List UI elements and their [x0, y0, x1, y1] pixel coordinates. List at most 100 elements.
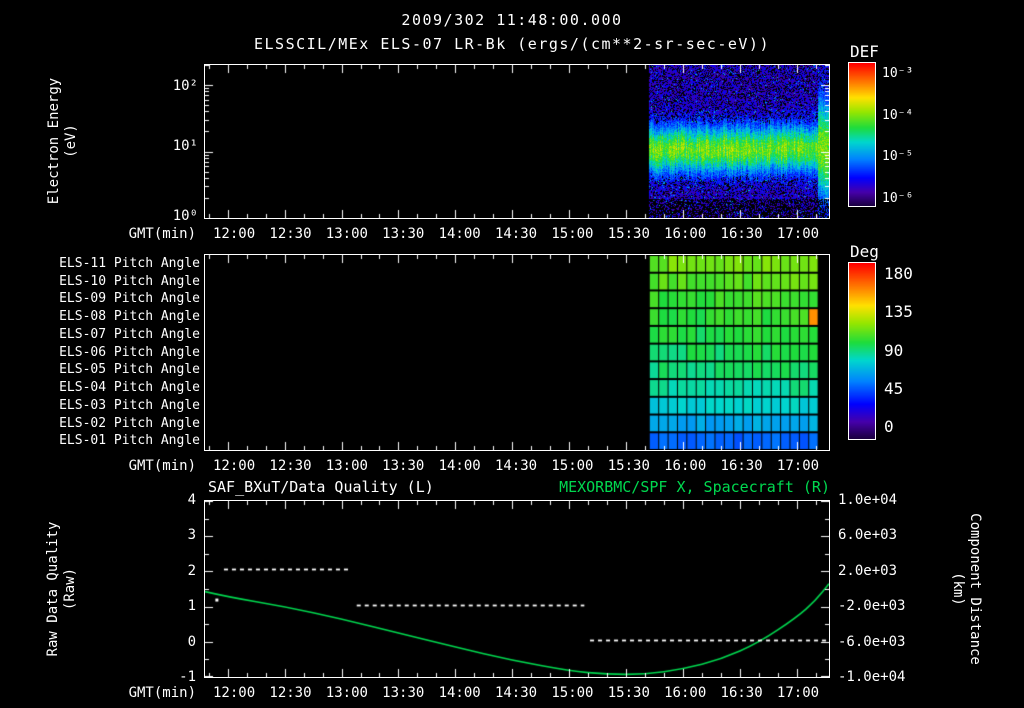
distance-axis-tick: 2.0e+03	[838, 562, 898, 579]
deg-colorbar-tick: 135	[884, 302, 913, 322]
timeseries-plot-frame	[204, 500, 830, 678]
spectrogram-canvas	[205, 65, 829, 218]
time-tick-label: 15:30	[607, 458, 650, 474]
time-tick-label: 13:30	[382, 685, 425, 701]
gmt-label-middle: GMT(min)	[128, 458, 196, 474]
pitch-row-label: ELS-09 Pitch Angle	[59, 291, 200, 307]
time-tick-label: 12:30	[269, 458, 312, 474]
pitch-row-label: ELS-06 Pitch Angle	[59, 344, 200, 360]
spectrogram-ytick-100ev: 10²	[172, 78, 198, 94]
time-tick-label: 14:00	[438, 226, 481, 242]
def-colorbar-tick: 10⁻⁵	[882, 149, 914, 165]
gmt-label-bottom: GMT(min)	[128, 685, 196, 701]
time-tick-label: 17:00	[776, 226, 820, 242]
distance-y-axis-label: Component Distance (km)	[949, 479, 983, 699]
distance-axis-tick: -1.0e+04	[838, 668, 906, 685]
time-tick-label: 12:00	[213, 685, 256, 701]
time-tick-label: 14:00	[438, 458, 481, 474]
time-tick-label: 16:30	[720, 226, 763, 242]
deg-colorbar-tick: 0	[884, 417, 894, 436]
deg-colorbar-title: Deg	[850, 242, 879, 261]
spectrogram-y-axis-label: Electron Energy (eV)	[46, 51, 80, 231]
deg-colorbar-frame	[848, 262, 876, 440]
time-axis-top: GMT(min) 12:00 12:30 13:00 13:30 14:00 14:30 1…	[0, 226, 1024, 242]
time-tick-label: 16:30	[720, 458, 763, 474]
time-tick-label: 17:00	[776, 458, 820, 474]
distance-axis-tick: 1.0e+04	[838, 492, 898, 508]
quality-y-axis-label: Raw Data Quality (Raw)	[45, 479, 79, 699]
time-tick-label: 17:00	[776, 685, 820, 701]
time-tick-label: 15:00	[551, 685, 594, 701]
distance-axis-tick: -6.0e+03	[838, 633, 906, 650]
time-tick-label: 15:30	[607, 226, 650, 242]
def-colorbar-labels: 10⁻³ 10⁻⁴ 10⁻⁵ 10⁻⁶	[882, 66, 913, 206]
time-tick-label: 12:00	[213, 226, 256, 242]
time-tick-label: 15:00	[551, 226, 594, 242]
timeseries-canvas	[205, 501, 829, 677]
deg-colorbar-tick: 45	[884, 378, 904, 398]
time-tick-label: 16:00	[664, 458, 707, 474]
deg-colorbar-tick: 180	[884, 264, 913, 283]
time-tick-labels-middle: 12:00 12:30 13:00 13:30 14:00 14:30 15:00 15:30…	[213, 458, 819, 474]
quality-axis-ticks: 4 3 2 1 0 -1	[146, 492, 196, 685]
time-tick-label: 13:00	[325, 458, 368, 474]
deg-colorbar	[849, 263, 875, 439]
pitch-row-labels: ELS-11 Pitch Angle ELS-10 Pitch Angle ELS-…	[0, 255, 200, 450]
pitch-row-label: ELS-02 Pitch Angle	[59, 415, 200, 431]
time-tick-label: 13:00	[325, 226, 368, 242]
pitch-row-label: ELS-11 Pitch Angle	[59, 256, 200, 271]
time-tick-label: 13:30	[382, 226, 425, 242]
time-tick-label: 13:00	[325, 685, 368, 701]
time-tick-labels-top: 12:00 12:30 13:00 13:30 14:00 14:30 15:00 15:30…	[213, 226, 819, 242]
def-colorbar	[849, 63, 875, 206]
spectrogram-ytick-10ev: 10¹	[172, 138, 198, 154]
quality-axis-tick: 3	[187, 527, 196, 544]
quality-axis-tick: 4	[187, 492, 196, 508]
time-tick-label: 13:30	[382, 458, 425, 474]
spectrogram-ytick-1ev: 10⁰	[172, 208, 198, 224]
def-colorbar-frame	[848, 62, 876, 207]
pitch-row-label: ELS-10 Pitch Angle	[59, 273, 200, 289]
time-tick-label: 14:00	[438, 685, 481, 701]
pitch-row-label: ELS-03 Pitch Angle	[59, 397, 200, 413]
time-tick-label: 14:30	[494, 685, 538, 701]
distance-y-axis-label-text: Component Distance	[967, 513, 983, 665]
def-colorbar-tick: 10⁻⁶	[882, 190, 914, 206]
time-axis-bottom: GMT(min) 12:00 12:30 13:00 13:30 14:00 14:30 1…	[0, 685, 1024, 701]
distance-y-axis-unit: (km)	[950, 572, 966, 606]
spectrogram-y-axis-label-text: Electron Energy	[46, 77, 62, 205]
quality-axis-tick: -1	[179, 668, 196, 685]
time-axis-middle: GMT(min) 12:00 12:30 13:00 13:30 14:00 14:30 1…	[0, 458, 1024, 474]
def-colorbar-tick: 10⁻³	[882, 66, 914, 81]
quality-axis-tick: 2	[187, 562, 196, 579]
time-tick-label: 16:30	[720, 685, 763, 701]
time-tick-label: 12:30	[269, 226, 312, 242]
pitch-angle-canvas	[205, 255, 829, 450]
pitch-row-label: ELS-07 Pitch Angle	[59, 326, 200, 342]
time-tick-labels-bottom: 12:00 12:30 13:00 13:30 14:00 14:30 15:00 15:30…	[213, 685, 819, 701]
def-colorbar-title: DEF	[850, 42, 879, 61]
quality-axis-tick: 1	[187, 598, 196, 615]
pitch-row-label: ELS-05 Pitch Angle	[59, 362, 200, 378]
time-tick-label: 16:00	[664, 226, 707, 242]
spectrogram-y-axis-unit: (eV)	[63, 124, 79, 158]
quality-y-axis-label-text: Raw Data Quality	[45, 521, 61, 657]
distance-axis-ticks: 1.0e+04 6.0e+03 2.0e+03 -2.0e+03 -6.0e+03 -1.…	[838, 492, 905, 685]
time-tick-label: 15:30	[607, 685, 650, 701]
spectrogram-plot-frame	[204, 64, 830, 219]
pitch-row-label: ELS-01 Pitch Angle	[59, 433, 200, 449]
quality-axis-tick: 0	[187, 633, 196, 650]
time-tick-label: 16:00	[664, 685, 707, 701]
time-tick-label: 12:00	[213, 458, 256, 474]
time-tick-label: 12:30	[269, 685, 312, 701]
pitch-row-label: ELS-08 Pitch Angle	[59, 309, 200, 325]
cdf-plot-viewer: 2009/302 11:48:00.000 ELSSCIL/MEx ELS-07…	[0, 0, 1024, 708]
deg-colorbar-labels: 180 135 90 45 0	[884, 264, 913, 436]
quality-series-title: SAF_BXuT/Data Quality (L)	[208, 478, 434, 496]
pitch-row-label: ELS-04 Pitch Angle	[59, 380, 200, 396]
time-tick-label: 14:30	[494, 458, 538, 474]
spacecraft-series-title: MEXORBMC/SPF X, Spacecraft (R)	[559, 478, 830, 496]
gmt-label-top: GMT(min)	[128, 226, 196, 242]
plot-timestamp: 2009/302 11:48:00.000	[401, 11, 623, 29]
deg-colorbar-tick: 90	[884, 340, 904, 360]
